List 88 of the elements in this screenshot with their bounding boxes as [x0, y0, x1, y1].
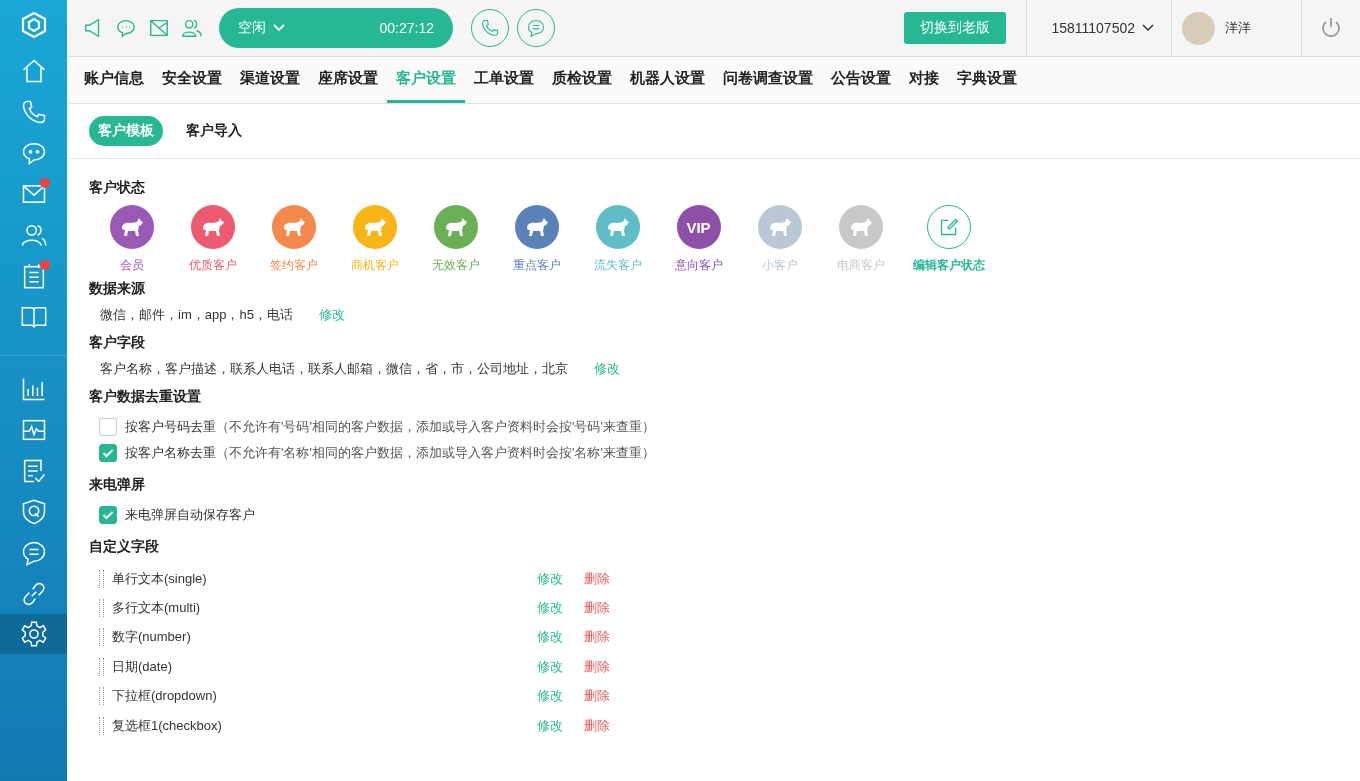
delete-link[interactable]: 删除: [584, 569, 610, 588]
delete-link[interactable]: 删除: [584, 628, 610, 647]
drag-handle[interactable]: [99, 599, 104, 618]
delete-link[interactable]: 删除: [584, 657, 610, 676]
subtab[interactable]: 客户导入: [177, 116, 251, 146]
settings-tab[interactable]: 座席设置: [309, 57, 387, 103]
drag-handle[interactable]: [99, 687, 104, 706]
edit-link[interactable]: 修改: [537, 599, 584, 618]
checkbox-label: 按客户号码去重: [125, 418, 216, 436]
settings-tab[interactable]: 渠道设置: [231, 57, 309, 103]
field-name: 单行文本(single): [112, 569, 208, 588]
status-label: 重点客户: [512, 257, 561, 274]
section-title: 客户状态: [89, 179, 146, 197]
drag-handle[interactable]: [99, 628, 104, 647]
user-name: 洋洋: [1225, 19, 1251, 37]
section-title: 数据来源: [89, 280, 146, 298]
option-note: （不允许有'名称'相同的客户数据，添加或导入客户资料时会按'名称'来查重）: [216, 444, 655, 462]
status-label: 无效客户: [431, 257, 480, 274]
status-label: 签约客户: [269, 257, 318, 274]
edit-link[interactable]: 修改: [537, 628, 584, 647]
settings-tab[interactable]: 字典设置: [948, 57, 1026, 103]
status-label: 优质客户: [188, 257, 237, 274]
account-dropdown[interactable]: 15811107502: [1026, 0, 1171, 56]
people-icon[interactable]: [181, 17, 203, 39]
settings-icon: [19, 620, 48, 648]
section-title: 来电弹屏: [89, 476, 146, 494]
vip-icon: VIP: [676, 205, 721, 249]
switch-version-button[interactable]: 切换到老版: [904, 12, 1007, 44]
status-label: 会员: [119, 257, 144, 274]
edit-status-link[interactable]: 编辑客户状态: [913, 257, 985, 274]
checkmark-icon: [102, 510, 114, 520]
hexagon-logo-icon: [20, 11, 47, 39]
settings-tab[interactable]: 工单设置: [465, 57, 543, 103]
checkbox[interactable]: [99, 418, 117, 436]
checkbox-label: 按客户名称去重: [125, 444, 216, 462]
edit-link[interactable]: 修改: [537, 657, 584, 676]
edit-icon[interactable]: [939, 217, 959, 237]
checkbox-label: 来电弹屏自动保存客户: [125, 506, 255, 524]
phone-icon: [480, 18, 500, 38]
edit-link[interactable]: 修改: [318, 306, 345, 324]
edit-link[interactable]: 修改: [537, 569, 584, 588]
option-note: （不允许有'号码'相同的客户数据，添加或导入客户资料时会按'号码'来查重）: [216, 418, 655, 436]
sidebar-item[interactable]: [0, 614, 67, 654]
status-label: 小客户: [761, 257, 798, 274]
settings-tab[interactable]: 客户设置: [387, 57, 465, 103]
subtab[interactable]: 客户模板: [89, 116, 163, 146]
edit-link[interactable]: 修改: [537, 687, 584, 706]
checkbox[interactable]: [99, 444, 117, 462]
avatar[interactable]: [1182, 11, 1215, 45]
section-title: 自定义字段: [89, 538, 160, 556]
data-source-list: 微信，邮件，im，app，h5，电话: [100, 306, 293, 324]
field-name: 下拉框(dropdown): [112, 687, 218, 706]
checkmark-icon: [102, 448, 114, 458]
drag-handle[interactable]: [99, 657, 104, 676]
settings-tab[interactable]: 安全设置: [153, 57, 231, 103]
agent-status-bar[interactable]: 空闲 00:27:12: [219, 8, 453, 48]
status-label: 商机客户: [350, 257, 399, 274]
settings-tab[interactable]: 机器人设置: [621, 57, 714, 103]
settings-tab[interactable]: 账户信息: [75, 57, 153, 103]
crossed-envelope-icon[interactable]: [148, 17, 170, 39]
call-timer: 00:27:12: [379, 20, 434, 36]
edit-link[interactable]: 修改: [594, 360, 620, 378]
settings-tab[interactable]: 质检设置: [543, 57, 621, 103]
field-name: 复选框1(checkbox): [112, 716, 223, 735]
status-label: 流失客户: [593, 257, 642, 274]
delete-link[interactable]: 删除: [584, 687, 610, 706]
status-label: 意向客户: [674, 257, 723, 274]
message-icon: [526, 18, 546, 38]
checkbox[interactable]: [99, 506, 117, 524]
settings-tab[interactable]: 对接: [900, 57, 948, 103]
chevron-down-icon: [272, 23, 286, 33]
settings-tab[interactable]: 问卷调查设置: [714, 57, 822, 103]
chat-bubble-icon[interactable]: [115, 17, 137, 39]
power-icon[interactable]: [1319, 16, 1343, 40]
field-name: 数字(number): [112, 628, 192, 647]
section-title: 客户字段: [89, 334, 146, 352]
delete-link[interactable]: 删除: [584, 716, 610, 735]
status-dropdown[interactable]: 空闲: [238, 19, 286, 37]
edit-link[interactable]: 修改: [537, 716, 584, 735]
field-name: 多行文本(multi): [112, 599, 202, 618]
chevron-down-icon: [1141, 23, 1155, 33]
customer-field-list: 客户名称，客户描述，联系人电话，联系人邮箱，微信，省，市，公司地址，北京: [100, 360, 568, 378]
settings-tab[interactable]: 公告设置: [822, 57, 900, 103]
delete-link[interactable]: 删除: [584, 599, 610, 618]
section-title: 客户数据去重设置: [89, 388, 202, 406]
field-name: 日期(date): [112, 657, 173, 676]
drag-handle[interactable]: [99, 569, 104, 588]
drag-handle[interactable]: [99, 716, 104, 735]
